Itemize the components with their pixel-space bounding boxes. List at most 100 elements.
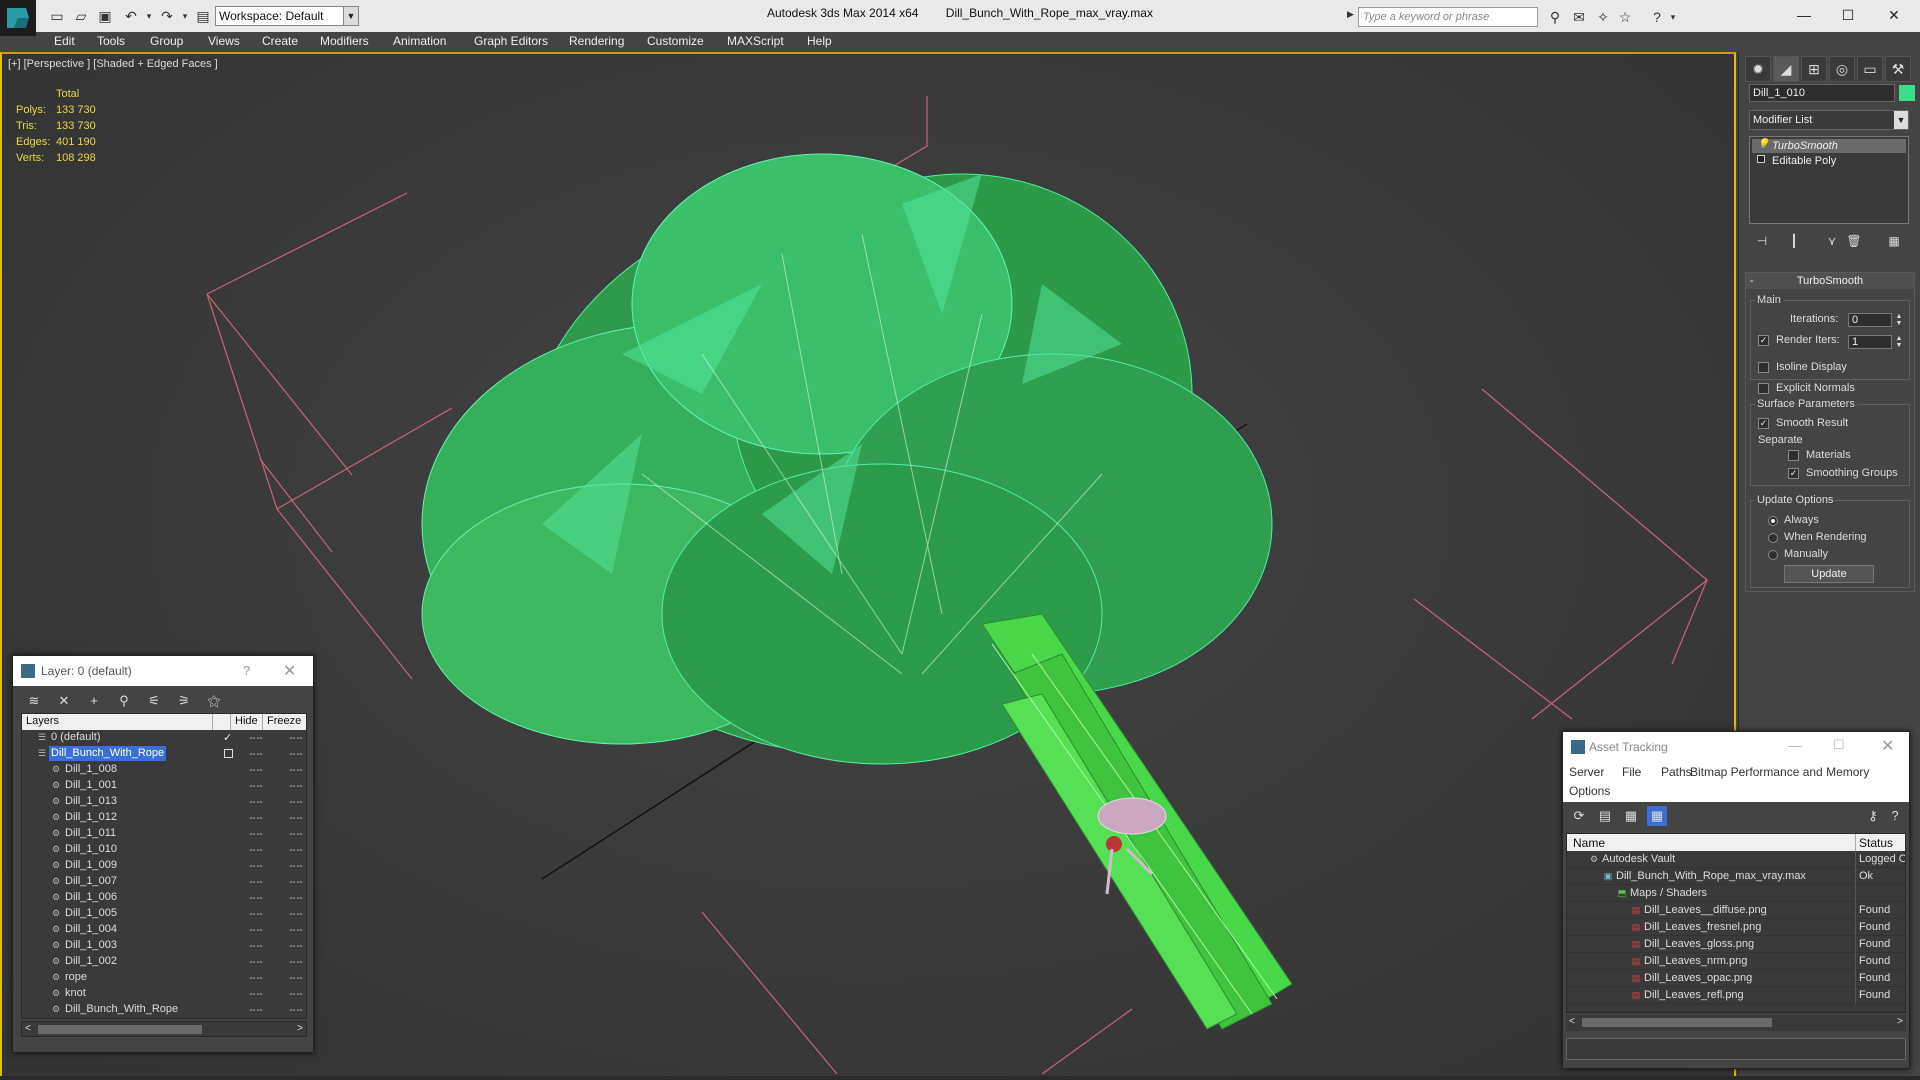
spinner-arrows-icon[interactable]: ▲ ▼ — [1894, 313, 1904, 327]
spinner-arrows-icon[interactable]: ▲ ▼ — [1894, 335, 1904, 349]
set-current-layer-icon[interactable]: ⚞ — [173, 690, 195, 712]
explicit-normals-checkbox[interactable] — [1758, 383, 1769, 394]
select-objects-in-layer-icon[interactable]: ⚲ — [113, 690, 135, 712]
layer-row[interactable]: ⚙ Dill_1_010 — [22, 842, 306, 858]
layer-row[interactable]: ⚙ Dill_1_009 — [22, 858, 306, 874]
menu-graph-editors[interactable]: Graph Editors — [474, 34, 548, 48]
asset-row[interactable]: ⚙ Autodesk Vault Logged O — [1567, 851, 1905, 868]
rollout-header[interactable]: - TurboSmooth — [1746, 273, 1914, 289]
freeze-toggle[interactable] — [290, 849, 302, 851]
asset-row[interactable]: ▤ Dill_Leaves_opac.png Found — [1567, 970, 1905, 987]
stack-item-turbosmooth[interactable]: 💡 TurboSmooth — [1752, 139, 1906, 153]
layer-row[interactable]: ⚙ Dill_1_004 — [22, 922, 306, 938]
layer-row[interactable]: ⚙ Dill_1_001 — [22, 778, 306, 794]
expand-box-icon[interactable] — [1757, 155, 1765, 163]
hide-toggle[interactable] — [250, 897, 262, 899]
layer-row[interactable]: ☰ Dill_Bunch_With_Rope — [22, 746, 306, 762]
vault-login-icon[interactable]: ⚷ — [1863, 806, 1883, 826]
hide-toggle[interactable] — [250, 849, 262, 851]
hide-toggle[interactable] — [250, 945, 262, 947]
hide-toggle[interactable] — [250, 1009, 262, 1011]
modifier-list-dropdown[interactable]: Modifier List ▼ — [1749, 110, 1909, 130]
asset-row[interactable]: ▤ Dill_Leaves_nrm.png Found — [1567, 953, 1905, 970]
materials-checkbox[interactable] — [1788, 450, 1799, 461]
refresh-icon[interactable]: ⟳ — [1569, 806, 1589, 826]
isoline-display-checkbox[interactable] — [1758, 362, 1769, 373]
subscription-icon[interactable]: ✧ — [1594, 8, 1612, 26]
freeze-toggle[interactable] — [290, 881, 302, 883]
asset-row[interactable]: ▤ Dill_Leaves__diffuse.png Found — [1567, 902, 1905, 919]
lightbulb-icon[interactable]: 💡 — [1757, 140, 1769, 150]
asset-row[interactable]: ▣ Dill_Bunch_With_Rope_max_vray.max Ok — [1567, 868, 1905, 885]
render-iters-spinner[interactable]: 1 — [1848, 335, 1892, 349]
scroll-right-icon[interactable]: > — [1897, 1016, 1903, 1027]
hide-toggle[interactable] — [250, 769, 262, 771]
freeze-toggle[interactable] — [290, 929, 302, 931]
layer-row[interactable]: ⚙ Dill_1_003 — [22, 938, 306, 954]
freeze-toggle[interactable] — [290, 1009, 302, 1011]
hide-toggle[interactable] — [250, 881, 262, 883]
stack-item-editable-poly[interactable]: Editable Poly — [1752, 154, 1906, 168]
column-header-freeze[interactable]: Freeze — [267, 715, 301, 727]
close-icon[interactable]: ✕ — [1881, 736, 1894, 756]
delete-layer-icon[interactable]: ✕ — [53, 690, 75, 712]
set-current-checkbox[interactable] — [224, 749, 233, 758]
hide-all-layers-icon[interactable]: ⚝ — [203, 690, 225, 712]
layer-row[interactable]: ⚙ Dill_Bunch_With_Rope — [22, 1002, 306, 1018]
collapse-icon[interactable]: - — [1750, 273, 1754, 289]
binoculars-icon[interactable]: ⚲ — [1546, 8, 1564, 26]
layer-row[interactable]: ☰ 0 (default) ✓ — [22, 730, 306, 746]
menu-maxscript[interactable]: MAXScript — [727, 34, 784, 48]
list-view-icon[interactable]: ▤ — [1595, 806, 1615, 826]
layer-row[interactable]: ⚙ Dill_1_008 — [22, 762, 306, 778]
asset-menu-server[interactable]: Server — [1569, 765, 1604, 779]
make-unique-icon[interactable]: ⋎ — [1823, 232, 1841, 250]
utilities-tab-icon[interactable]: ⚒ — [1885, 56, 1911, 82]
column-header-hide[interactable]: Hide — [235, 715, 258, 727]
close-icon[interactable]: ✕ — [283, 661, 296, 681]
menu-tools[interactable]: Tools — [97, 34, 125, 48]
modify-tab-icon[interactable]: ◢ — [1773, 56, 1799, 82]
asset-row[interactable]: ▤ Dill_Leaves_fresnel.png Found — [1567, 919, 1905, 936]
layer-row[interactable]: ⚙ rope — [22, 970, 306, 986]
table-view-icon[interactable]: ▦ — [1647, 806, 1667, 826]
column-header-layers[interactable]: Layers — [26, 715, 59, 727]
layer-row[interactable]: ⚙ Dill_1_002 — [22, 954, 306, 970]
menu-group[interactable]: Group — [150, 34, 183, 48]
window-close-button[interactable]: ✕ — [1872, 2, 1916, 28]
minimize-icon[interactable]: — — [1788, 737, 1802, 753]
create-tab-icon[interactable]: ✹ — [1745, 56, 1771, 82]
asset-row[interactable]: ⬒ Maps / Shaders — [1567, 885, 1905, 902]
iterations-spinner[interactable]: 0 — [1848, 313, 1892, 327]
hide-toggle[interactable] — [250, 961, 262, 963]
freeze-toggle[interactable] — [290, 753, 302, 755]
scrollbar-thumb[interactable] — [38, 1025, 202, 1034]
layer-row[interactable]: ⚙ Dill_1_013 — [22, 794, 306, 810]
asset-dialog-titlebar[interactable]: Asset Tracking — ☐ ✕ — [1563, 732, 1909, 762]
scrollbar-thumb[interactable] — [1582, 1018, 1772, 1027]
show-end-result-icon[interactable]: ┃ — [1785, 232, 1803, 250]
when-rendering-radio[interactable] — [1768, 533, 1778, 543]
menu-animation[interactable]: Animation — [393, 34, 446, 48]
always-radio[interactable] — [1768, 516, 1778, 526]
modifier-stack[interactable]: 💡 TurboSmooth Editable Poly — [1749, 136, 1909, 224]
layer-row[interactable]: ⚙ Dill_1_006 — [22, 890, 306, 906]
asset-menu-bitmap-performance[interactable]: Bitmap Performance and Memory — [1690, 765, 1869, 779]
motion-tab-icon[interactable]: ◎ — [1829, 56, 1855, 82]
menu-edit[interactable]: Edit — [54, 34, 75, 48]
remove-modifier-icon[interactable]: 🗑 — [1845, 232, 1863, 250]
asset-row[interactable]: ▤ Dill_Leaves_gloss.png Found — [1567, 936, 1905, 953]
freeze-toggle[interactable] — [290, 833, 302, 835]
smoothing-groups-checkbox[interactable]: ✓ — [1788, 468, 1799, 479]
hide-toggle[interactable] — [250, 865, 262, 867]
layer-row[interactable]: ⚙ Dill_1_005 — [22, 906, 306, 922]
horizontal-scrollbar[interactable]: < > — [1566, 1015, 1906, 1031]
asset-row[interactable]: ▤ Dill_Leaves_refl.png Found — [1567, 987, 1905, 1004]
menu-modifiers[interactable]: Modifiers — [320, 34, 369, 48]
help-dropdown-icon[interactable]: ▾ — [1664, 8, 1682, 26]
object-color-swatch[interactable] — [1899, 85, 1915, 101]
freeze-toggle[interactable] — [290, 977, 302, 979]
hide-toggle[interactable] — [250, 993, 262, 995]
layer-row[interactable]: ⚙ Dill_1_012 — [22, 810, 306, 826]
smooth-result-checkbox[interactable]: ✓ — [1758, 418, 1769, 429]
